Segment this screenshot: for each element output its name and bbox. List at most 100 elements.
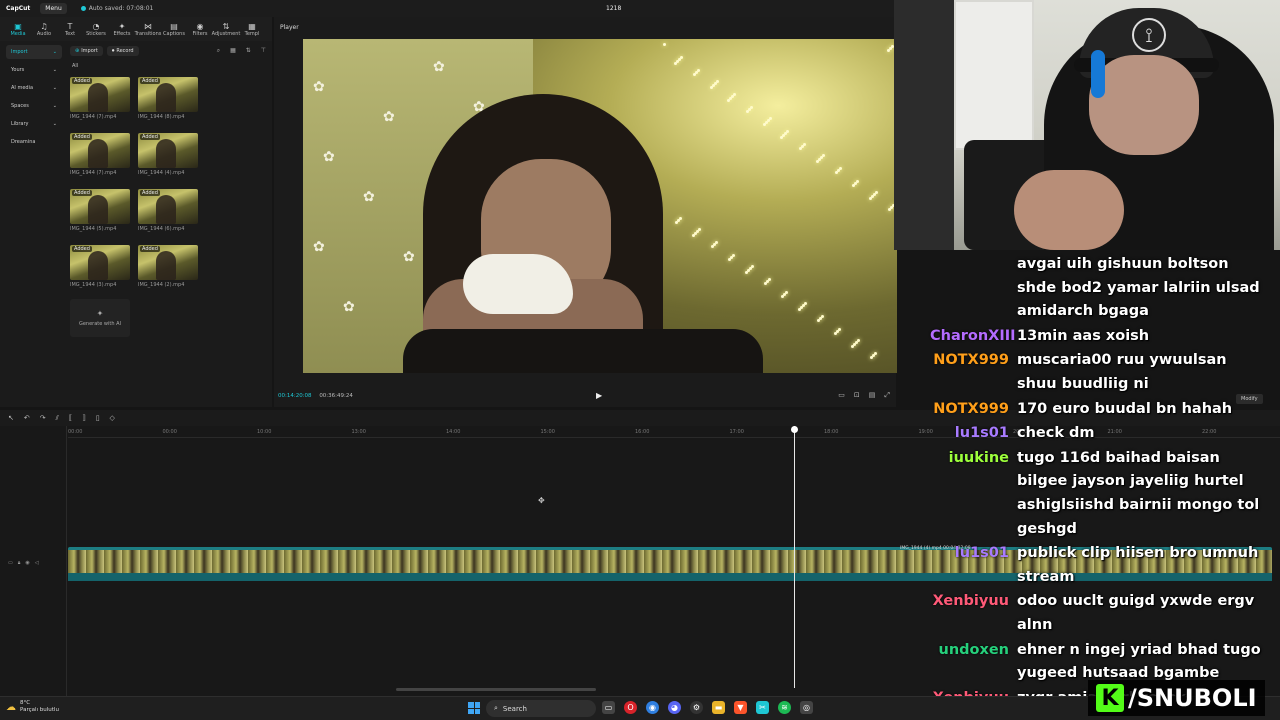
channel-handle: /SNUBOLI <box>1128 684 1257 712</box>
tab-filters[interactable]: ◉ Filters <box>188 17 212 41</box>
tab-adjustment[interactable]: ⇅ Adjustment <box>212 17 241 41</box>
media-clip[interactable]: Added IMG_1944 (3).mp4 <box>70 245 130 288</box>
import-icon: ⊕ <box>75 48 80 54</box>
marker-icon[interactable]: ◇ <box>110 414 115 422</box>
weather-widget[interactable]: ☁ 8°C Parçalı bulutlu <box>6 700 59 714</box>
media-clip[interactable]: Added IMG_1944 (7).mp4 <box>70 77 130 120</box>
track-thumbnail-icon[interactable]: ▭ <box>8 560 13 566</box>
split-icon[interactable]: ⫽ <box>56 414 59 423</box>
lock-icon[interactable]: 🔒︎ <box>18 560 21 566</box>
filter-icon[interactable]: ⊤ <box>261 47 266 55</box>
sidebar-item-ai-media[interactable]: AI media ⌄ <box>6 81 62 95</box>
opera-icon[interactable]: O <box>624 701 637 714</box>
media-clip[interactable]: Added IMG_1944 (2).mp4 <box>138 245 198 288</box>
media-clip[interactable]: Added IMG_1944 (6).mp4 <box>138 189 198 232</box>
sidebar-item-yours[interactable]: Yours ⌄ <box>6 63 62 77</box>
eye-icon[interactable]: ◉ <box>25 560 29 566</box>
search-icon[interactable]: ⌕ <box>217 47 220 55</box>
tab-text[interactable]: T Text <box>58 17 82 41</box>
delete-icon[interactable]: ▯ <box>96 414 100 422</box>
weather-desc: Parçalı bulutlu <box>20 707 59 713</box>
capcut-icon[interactable]: ✂ <box>756 701 769 714</box>
tab-captions[interactable]: ▤ Captions <box>162 17 186 41</box>
chat-message: avgai uih gishuun boltson shde bod2 yama… <box>930 253 1280 324</box>
chat-username: NOTX999 <box>933 400 1009 417</box>
media-clip[interactable]: Added IMG_1944 (4).mp4 <box>138 133 198 176</box>
chat-text: ehner n ingej yriad bhad tugo yugeed hut… <box>1017 641 1261 682</box>
ratio-icon[interactable]: ▭ <box>838 391 845 400</box>
flower-decor-icon: ✿ <box>313 239 325 255</box>
taskbar-apps: ▭ O ◉ ◕ ⚙ ▬ ▼ ✂ ≋ ◎ <box>602 701 813 714</box>
sidebar-item-dreamina[interactable]: Dreamina <box>6 135 62 149</box>
tab-label: Stickers <box>86 30 106 37</box>
fullscreen-icon[interactable]: ⤢ <box>884 391 890 400</box>
horizontal-scrollbar[interactable] <box>396 688 596 691</box>
redo-icon[interactable]: ↷ <box>40 414 46 422</box>
undo-icon[interactable]: ↶ <box>24 414 30 422</box>
fairy-light <box>711 245 714 248</box>
sidebar-item-spaces[interactable]: Spaces ⌄ <box>6 99 62 113</box>
tab-templ[interactable]: ▦ Templ <box>240 17 264 41</box>
steam-icon[interactable]: ⚙ <box>690 701 703 714</box>
flower-decor-icon: ✿ <box>313 79 325 95</box>
ruler-tick: 18:00 <box>824 429 839 435</box>
tab-label: Transitions <box>134 30 162 37</box>
clip-thumbnail: Added <box>138 77 198 112</box>
chat-text: muscaria00 ruu ywuulsan shuu buudliig ni <box>1017 352 1227 392</box>
generate-with-ai-button[interactable]: ✦ Generate with AI <box>70 299 130 337</box>
clip-filename: IMG_1944 (4).mp4 <box>138 170 185 176</box>
fairy-light <box>693 73 696 76</box>
obs-icon[interactable]: ◎ <box>800 701 813 714</box>
sidebar-item-label: Dreamina <box>11 139 36 145</box>
tab-media[interactable]: ▣ Media <box>6 17 30 41</box>
grid-view-icon[interactable]: ▦ <box>230 47 236 55</box>
tab-effects[interactable]: ✦ Effects <box>110 17 134 41</box>
sidebar-item-label: Import <box>11 49 28 55</box>
split-left-icon[interactable]: ⟦ <box>69 414 72 422</box>
taskbar-search[interactable]: ⌕ Search <box>486 700 596 717</box>
media-clip[interactable]: Added IMG_1944 (7).mp4 <box>70 133 130 176</box>
chrome-icon[interactable]: ◉ <box>646 701 659 714</box>
menu-button[interactable]: Menu <box>40 3 67 14</box>
brave-icon[interactable]: ▼ <box>734 701 747 714</box>
sort-icon[interactable]: ⇅ <box>246 47 251 55</box>
clip-filename: IMG_1944 (8).mp4 <box>138 114 185 120</box>
weather-temp: 8°C <box>20 700 31 706</box>
windows-start-icon[interactable] <box>468 702 480 714</box>
tab-stickers[interactable]: ◔ Stickers <box>84 17 108 41</box>
spotify-icon[interactable]: ≋ <box>778 701 791 714</box>
task-view-icon[interactable]: ▭ <box>602 701 615 714</box>
chevron-down-icon: ⌄ <box>52 49 57 55</box>
sidebar-item-import[interactable]: Import ⌄ <box>6 45 62 59</box>
ruler-tick: 13:00 <box>351 429 366 435</box>
import-button[interactable]: ⊕ Import <box>70 46 103 56</box>
added-badge: Added <box>72 190 92 196</box>
filter-all-label[interactable]: All <box>72 63 78 69</box>
flower-decor-icon: ✿ <box>433 59 445 75</box>
fairy-light <box>692 234 695 237</box>
discord-icon[interactable]: ◕ <box>668 701 681 714</box>
sidebar-item-library[interactable]: Library ⌄ <box>6 117 62 131</box>
split-right-icon[interactable]: ⟧ <box>82 414 85 422</box>
playhead[interactable] <box>791 426 798 688</box>
fairy-light <box>710 86 713 89</box>
tab-audio[interactable]: ♫ Audio <box>32 17 56 41</box>
ruler-tick: 00:00 <box>68 429 83 435</box>
quality-icon[interactable]: ▤ <box>869 391 876 400</box>
streamer-hand <box>1014 170 1124 250</box>
crop-icon[interactable]: ⊡ <box>854 391 860 400</box>
play-icon[interactable]: ▶ <box>596 391 602 400</box>
clip-filename: IMG_1944 (6).mp4 <box>138 226 185 232</box>
video-preview[interactable]: ✿ ✿ ✿ ✿ ✿ ✿ ✿ ✿ ✿ <box>303 39 897 373</box>
fairy-light <box>764 282 767 285</box>
file-explorer-icon[interactable]: ▬ <box>712 701 725 714</box>
media-clip[interactable]: Added IMG_1944 (5).mp4 <box>70 189 130 232</box>
record-button[interactable]: ⏺ Record <box>106 46 139 56</box>
added-badge: Added <box>140 246 160 252</box>
fairy-light <box>799 147 802 150</box>
select-tool-icon[interactable]: ↖ <box>8 414 14 422</box>
media-clip[interactable]: Added IMG_1944 (8).mp4 <box>138 77 198 120</box>
sparkle-icon: ✦ <box>96 309 104 318</box>
tab-transitions[interactable]: ⋈ Transitions <box>134 17 162 41</box>
mute-icon[interactable]: ◁ <box>35 560 39 566</box>
